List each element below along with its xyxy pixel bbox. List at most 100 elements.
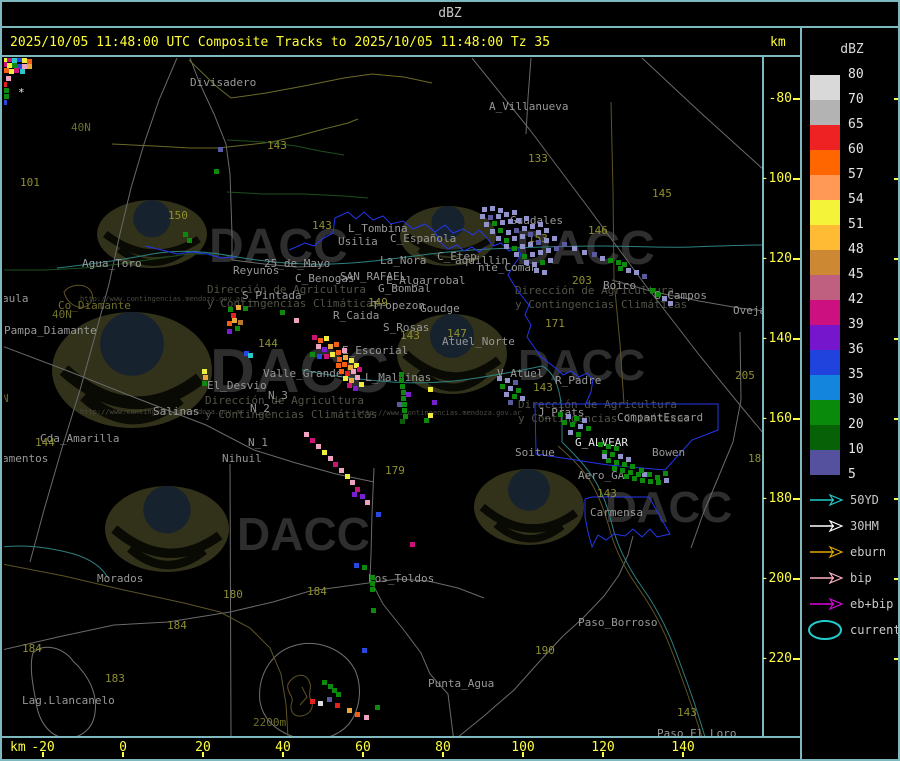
radar-echo-cell [530,252,535,257]
radar-echo-cell [351,369,356,374]
radar-echo-cell [310,352,315,357]
radar-echo-cell [397,402,402,407]
y-axis-tick [894,418,898,420]
x-axis-tick [602,752,604,757]
radar-echo-cell [602,454,607,459]
road-number-label: 150 [168,209,188,222]
radar-echo-cell [218,147,223,152]
colorbar-value-label: 42 [848,292,864,307]
radar-echo-cell [522,226,527,231]
road-number-label: 205 [735,369,755,382]
radar-echo-cell [482,207,487,212]
radar-echo-cell [280,310,285,315]
radar-echo-cell [349,378,354,383]
radar-echo-cell [500,220,505,225]
map-place-label: A_Villanueva [489,100,568,113]
radar-echo-cell [336,692,341,697]
radar-echo-cell [365,500,370,505]
road-number-label: 143 [400,329,420,342]
map-place-label: S_Pintada [242,289,302,302]
radar-echo-cell [353,386,358,391]
radar-echo-cell [618,454,623,459]
radar-echo-cell [342,362,347,367]
road-number-label: 184 [167,619,187,632]
radar-echo-cell [232,318,237,323]
road-number-label: 146 [588,224,608,237]
radar-echo-cell [335,703,340,708]
radar-echo-cell [546,248,551,253]
radar-echo-cell [343,376,348,381]
colorbar-value-label: 51 [848,217,864,232]
radar-echo-cell [668,301,673,306]
map-place-label: N [2,392,9,405]
x-axis-tick [682,752,684,757]
y-axis-tick [894,578,898,580]
radar-echo-cell [330,352,335,357]
radar-echo-cell [354,563,359,568]
y-axis-tick [793,98,800,100]
radar-echo-cell [664,478,669,483]
colorbar-swatch [810,100,840,125]
legend-label: eb+bip [850,597,893,611]
radar-echo-cell [630,464,635,469]
radar-echo-cell [187,238,192,243]
road-number-label: 133 [528,152,548,165]
radar-echo-cell [410,542,415,547]
road-number-label: 180 [748,452,768,465]
radar-echo-cell [524,216,529,221]
radar-echo-cell [352,492,357,497]
radar-echo-cell [566,414,571,419]
radar-echo-cell [600,256,605,261]
colorbar-value-label: 5 [848,467,856,482]
map-edge-line [762,57,764,736]
radar-echo-cell [614,446,619,451]
radar-echo-cell [406,392,411,397]
radar-echo-cell [228,307,233,312]
colorbar-value-label: 20 [848,417,864,432]
map-place-label: * [18,86,25,99]
radar-echo-cell [4,58,7,62]
radar-echo-cell [428,387,433,392]
radar-echo-cell [608,258,613,263]
radar-echo-cell [339,369,344,374]
radar-echo-cell [362,648,367,653]
radar-echo-cell [27,59,32,64]
radar-echo-cell [542,270,547,275]
map-place-label: Morados [97,572,143,585]
map-place-label: CompantEscard [617,411,703,424]
colorbar-swatch [810,225,840,250]
map-place-label: amentos [2,452,48,465]
colorbar-value-label: 65 [848,117,864,132]
legend-label: 30HM [850,519,879,533]
radar-echo-cell [663,471,668,476]
radar-echo-cell [400,384,405,389]
radar-echo-cell [622,462,627,467]
legend-ellipse-icon [808,620,842,640]
road-number-label: 143 [533,381,553,394]
legend-label: current [850,623,899,637]
radar-echo-cell [362,565,367,570]
radar-echo-cell [540,260,545,265]
radar-echo-cell [345,371,350,376]
road-number-label: 171 [545,317,565,330]
colorbar-value-label: 60 [848,142,864,157]
radar-echo-cell [432,400,437,405]
radar-echo-cell [347,383,352,388]
radar-echo-cell [355,375,360,380]
radar-echo-cell [17,58,22,62]
radar-echo-cell [562,242,567,247]
radar-echo-cell [9,69,14,74]
radar-echo-cell [520,234,525,239]
x-axis-tick [282,752,284,757]
radar-echo-cell [552,236,557,241]
radar-echo-cell [401,396,406,401]
map-place-label: Los_Toldos [368,572,434,585]
radar-echo-cell [488,215,493,220]
radar-echo-cell [424,418,429,423]
radar-echo-cell [322,450,327,455]
radar-echo-cell [570,422,575,427]
road-number-label: 147 [447,327,467,340]
x-axis-tick [362,752,364,757]
legend-item-30HM: 30HM [810,519,879,533]
radar-echo-cell [202,381,207,386]
